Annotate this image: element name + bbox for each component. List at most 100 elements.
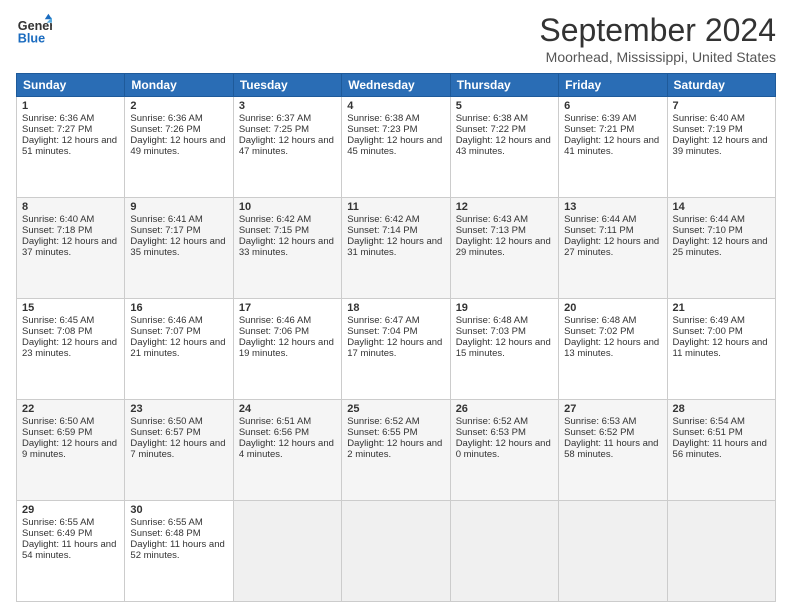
sunrise: Sunrise: 6:51 AM <box>239 416 311 427</box>
daylight: Daylight: 12 hours and 2 minutes. <box>347 438 442 460</box>
sunrise: Sunrise: 6:48 AM <box>456 315 528 326</box>
calendar-cell: 2Sunrise: 6:36 AMSunset: 7:26 PMDaylight… <box>125 97 233 198</box>
calendar-cell: 28Sunrise: 6:54 AMSunset: 6:51 PMDayligh… <box>667 400 775 501</box>
sunrise: Sunrise: 6:46 AM <box>130 315 202 326</box>
day-number: 9 <box>130 201 227 213</box>
page: General Blue September 2024 Moorhead, Mi… <box>0 0 792 612</box>
day-number: 27 <box>564 403 661 415</box>
daylight: Daylight: 12 hours and 49 minutes. <box>130 135 225 157</box>
sunrise: Sunrise: 6:50 AM <box>130 416 202 427</box>
calendar-cell: 27Sunrise: 6:53 AMSunset: 6:52 PMDayligh… <box>559 400 667 501</box>
daylight: Daylight: 12 hours and 39 minutes. <box>673 135 768 157</box>
calendar-cell <box>450 501 558 602</box>
calendar-cell <box>233 501 341 602</box>
day-number: 12 <box>456 201 553 213</box>
sunset: Sunset: 7:14 PM <box>347 225 417 236</box>
sunset: Sunset: 7:08 PM <box>22 326 92 337</box>
calendar-cell: 9Sunrise: 6:41 AMSunset: 7:17 PMDaylight… <box>125 198 233 299</box>
day-number: 11 <box>347 201 444 213</box>
month-title: September 2024 <box>539 12 776 49</box>
sunset: Sunset: 6:48 PM <box>130 528 200 539</box>
daylight: Daylight: 12 hours and 43 minutes. <box>456 135 551 157</box>
header: General Blue September 2024 Moorhead, Mi… <box>16 12 776 65</box>
calendar-cell: 1Sunrise: 6:36 AMSunset: 7:27 PMDaylight… <box>17 97 125 198</box>
calendar-cell <box>342 501 450 602</box>
sunrise: Sunrise: 6:52 AM <box>456 416 528 427</box>
daylight: Daylight: 11 hours and 58 minutes. <box>564 438 658 460</box>
day-number: 5 <box>456 100 553 112</box>
daylight: Daylight: 11 hours and 54 minutes. <box>22 539 116 561</box>
day-number: 7 <box>673 100 770 112</box>
sunrise: Sunrise: 6:39 AM <box>564 113 636 124</box>
day-number: 8 <box>22 201 119 213</box>
sunset: Sunset: 7:00 PM <box>673 326 743 337</box>
sunrise: Sunrise: 6:46 AM <box>239 315 311 326</box>
sunrise: Sunrise: 6:53 AM <box>564 416 636 427</box>
sunset: Sunset: 7:13 PM <box>456 225 526 236</box>
daylight: Daylight: 12 hours and 47 minutes. <box>239 135 334 157</box>
day-number: 15 <box>22 302 119 314</box>
daylight: Daylight: 12 hours and 15 minutes. <box>456 337 551 359</box>
daylight: Daylight: 12 hours and 45 minutes. <box>347 135 442 157</box>
day-number: 16 <box>130 302 227 314</box>
sunrise: Sunrise: 6:42 AM <box>239 214 311 225</box>
sunrise: Sunrise: 6:54 AM <box>673 416 745 427</box>
sunrise: Sunrise: 6:44 AM <box>673 214 745 225</box>
daylight: Daylight: 12 hours and 25 minutes. <box>673 236 768 258</box>
sunrise: Sunrise: 6:42 AM <box>347 214 419 225</box>
sunrise: Sunrise: 6:36 AM <box>130 113 202 124</box>
calendar-header-tuesday: Tuesday <box>233 74 341 97</box>
daylight: Daylight: 11 hours and 52 minutes. <box>130 539 224 561</box>
calendar-cell: 10Sunrise: 6:42 AMSunset: 7:15 PMDayligh… <box>233 198 341 299</box>
title-block: September 2024 Moorhead, Mississippi, Un… <box>539 12 776 65</box>
sunrise: Sunrise: 6:38 AM <box>347 113 419 124</box>
sunset: Sunset: 7:19 PM <box>673 124 743 135</box>
sunset: Sunset: 7:15 PM <box>239 225 309 236</box>
calendar-week-5: 29Sunrise: 6:55 AMSunset: 6:49 PMDayligh… <box>17 501 776 602</box>
day-number: 18 <box>347 302 444 314</box>
sunset: Sunset: 6:59 PM <box>22 427 92 438</box>
calendar-cell: 17Sunrise: 6:46 AMSunset: 7:06 PMDayligh… <box>233 299 341 400</box>
calendar-cell: 15Sunrise: 6:45 AMSunset: 7:08 PMDayligh… <box>17 299 125 400</box>
calendar-cell: 24Sunrise: 6:51 AMSunset: 6:56 PMDayligh… <box>233 400 341 501</box>
calendar-header-monday: Monday <box>125 74 233 97</box>
sunrise: Sunrise: 6:37 AM <box>239 113 311 124</box>
sunrise: Sunrise: 6:43 AM <box>456 214 528 225</box>
sunset: Sunset: 6:53 PM <box>456 427 526 438</box>
daylight: Daylight: 12 hours and 9 minutes. <box>22 438 117 460</box>
daylight: Daylight: 11 hours and 56 minutes. <box>673 438 767 460</box>
daylight: Daylight: 12 hours and 4 minutes. <box>239 438 334 460</box>
calendar-cell: 4Sunrise: 6:38 AMSunset: 7:23 PMDaylight… <box>342 97 450 198</box>
sunset: Sunset: 7:07 PM <box>130 326 200 337</box>
daylight: Daylight: 12 hours and 11 minutes. <box>673 337 768 359</box>
day-number: 21 <box>673 302 770 314</box>
day-number: 10 <box>239 201 336 213</box>
sunrise: Sunrise: 6:40 AM <box>22 214 94 225</box>
daylight: Daylight: 12 hours and 37 minutes. <box>22 236 117 258</box>
daylight: Daylight: 12 hours and 33 minutes. <box>239 236 334 258</box>
sunset: Sunset: 7:27 PM <box>22 124 92 135</box>
day-number: 26 <box>456 403 553 415</box>
sunrise: Sunrise: 6:47 AM <box>347 315 419 326</box>
day-number: 3 <box>239 100 336 112</box>
day-number: 17 <box>239 302 336 314</box>
calendar-header-thursday: Thursday <box>450 74 558 97</box>
day-number: 2 <box>130 100 227 112</box>
sunrise: Sunrise: 6:50 AM <box>22 416 94 427</box>
day-number: 1 <box>22 100 119 112</box>
daylight: Daylight: 12 hours and 51 minutes. <box>22 135 117 157</box>
day-number: 13 <box>564 201 661 213</box>
calendar-cell: 8Sunrise: 6:40 AMSunset: 7:18 PMDaylight… <box>17 198 125 299</box>
sunset: Sunset: 7:03 PM <box>456 326 526 337</box>
calendar-week-4: 22Sunrise: 6:50 AMSunset: 6:59 PMDayligh… <box>17 400 776 501</box>
calendar-cell: 29Sunrise: 6:55 AMSunset: 6:49 PMDayligh… <box>17 501 125 602</box>
day-number: 6 <box>564 100 661 112</box>
day-number: 20 <box>564 302 661 314</box>
sunset: Sunset: 7:18 PM <box>22 225 92 236</box>
daylight: Daylight: 12 hours and 23 minutes. <box>22 337 117 359</box>
calendar-cell: 12Sunrise: 6:43 AMSunset: 7:13 PMDayligh… <box>450 198 558 299</box>
calendar-week-3: 15Sunrise: 6:45 AMSunset: 7:08 PMDayligh… <box>17 299 776 400</box>
calendar-cell: 19Sunrise: 6:48 AMSunset: 7:03 PMDayligh… <box>450 299 558 400</box>
sunset: Sunset: 7:22 PM <box>456 124 526 135</box>
daylight: Daylight: 12 hours and 7 minutes. <box>130 438 225 460</box>
